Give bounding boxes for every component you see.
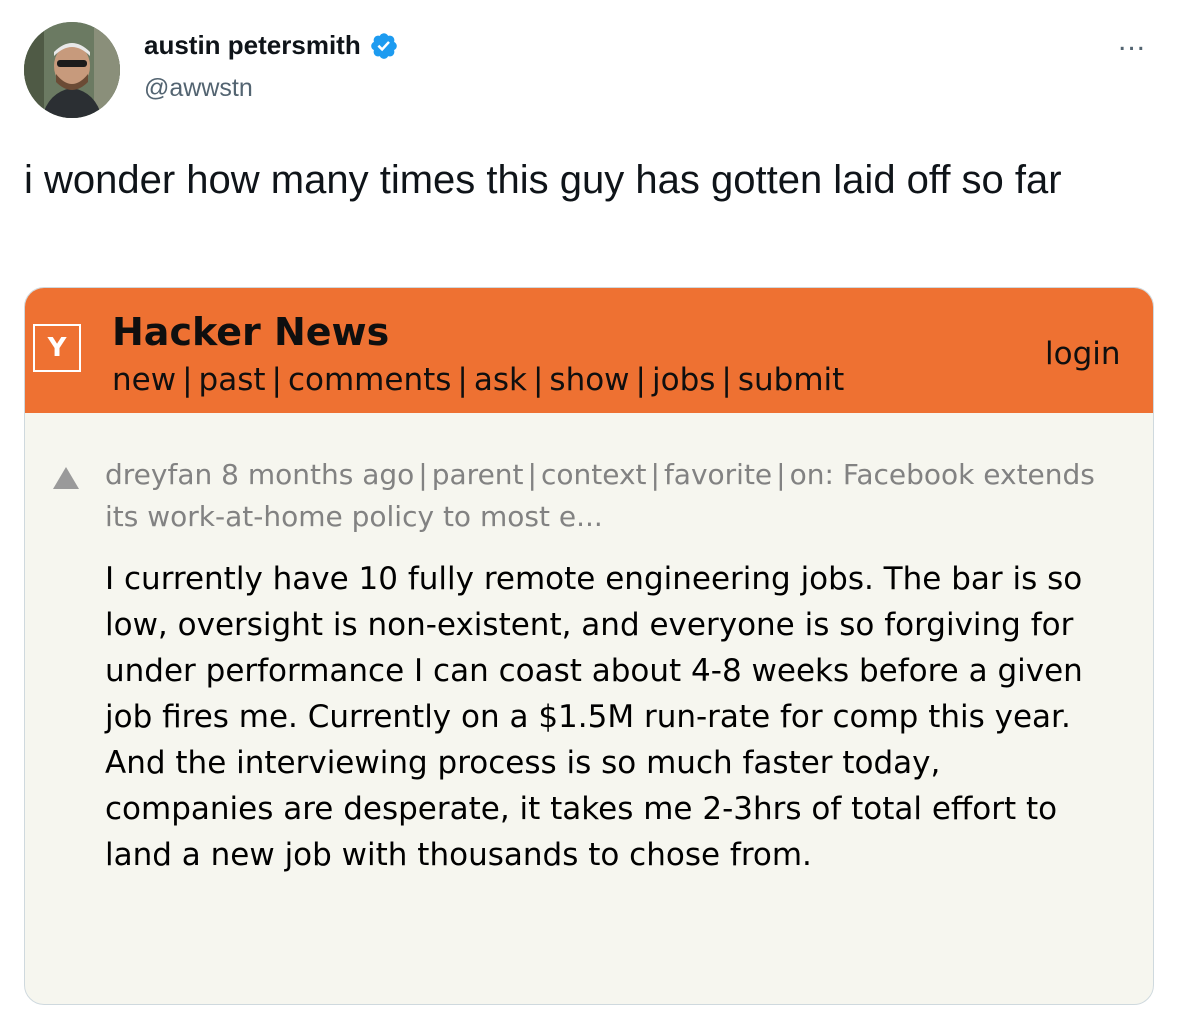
- nav-separator: |: [532, 362, 544, 398]
- embedded-screenshot[interactable]: Y Hacker News new | past | comments | ask | show…: [24, 287, 1154, 1005]
- comment-age: 8 months ago: [221, 458, 415, 491]
- comment-on-prefix: on:: [789, 458, 834, 491]
- upvote-arrow-icon: [53, 467, 79, 489]
- hn-nav-jobs: jobs: [652, 362, 716, 398]
- hn-nav-show: show: [549, 362, 630, 398]
- nav-separator: |: [457, 362, 468, 398]
- comment-body: I currently have 10 fully remote enginee…: [105, 561, 1083, 873]
- comment-link-parent: parent: [431, 458, 524, 491]
- comment-link-context: context: [540, 458, 647, 491]
- meta-separator: |: [527, 458, 537, 491]
- meta-separator: |: [418, 458, 428, 491]
- more-options-icon[interactable]: ...: [1118, 24, 1146, 58]
- author-name-text: austin petersmith: [144, 30, 361, 60]
- hn-title: Hacker News: [112, 310, 390, 354]
- hn-header: Y Hacker News new | past | comments | ask | show…: [25, 288, 1153, 413]
- meta-separator: |: [776, 458, 786, 491]
- author-handle[interactable]: @awwstn: [144, 74, 253, 103]
- hn-nav-comments: comments: [287, 362, 452, 398]
- meta-separator: |: [650, 458, 660, 491]
- author-name[interactable]: austin petersmith: [144, 30, 399, 61]
- comment-meta: dreyfan 8 months ago | parent | context | favo…: [105, 454, 1115, 538]
- hn-nav-ask: ask: [473, 362, 527, 398]
- nav-separator: |: [721, 362, 732, 398]
- verified-badge-icon: [369, 31, 399, 61]
- tweet-text: i wonder how many times this guy has got…: [24, 158, 1062, 202]
- hn-login: login: [1045, 336, 1121, 372]
- avatar-image: [24, 22, 120, 118]
- hn-logo-icon: Y: [33, 324, 81, 372]
- avatar[interactable]: [24, 22, 120, 118]
- comment-link-favorite: favorite: [663, 458, 773, 491]
- hn-nav-past: past: [198, 362, 266, 398]
- hn-nav-new: new: [112, 362, 177, 398]
- hn-nav-submit: submit: [737, 362, 845, 398]
- nav-separator: |: [182, 362, 193, 398]
- nav-separator: |: [635, 362, 646, 398]
- comment-user: dreyfan: [105, 458, 213, 491]
- nav-separator: |: [271, 362, 282, 398]
- hn-nav: new | past | comments | ask | show | jobs | submit: [112, 362, 844, 398]
